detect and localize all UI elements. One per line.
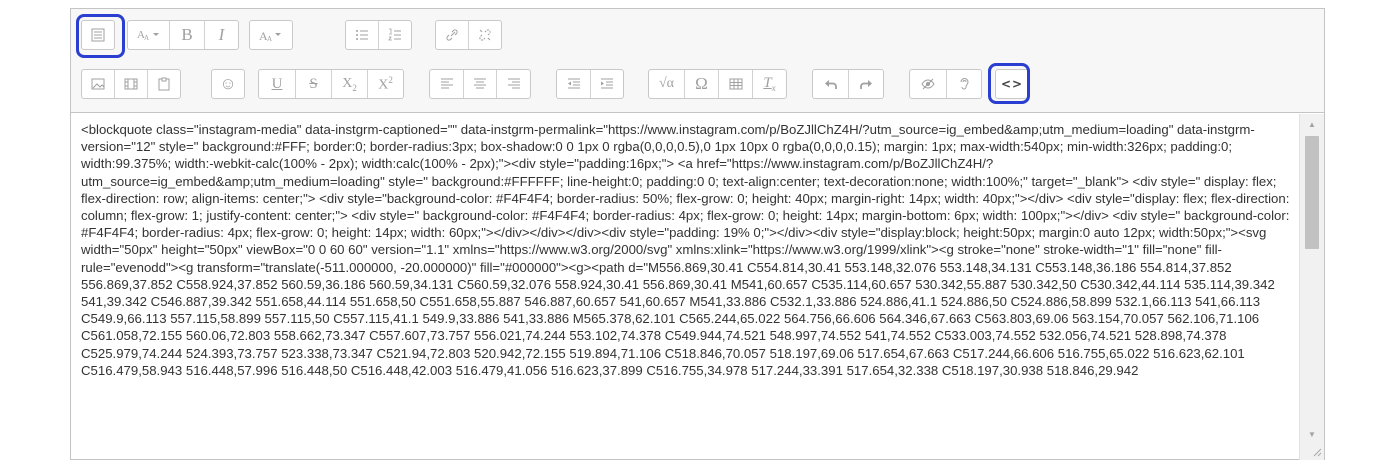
font-size-icon: AA bbox=[259, 29, 281, 42]
superscript-icon: X2 bbox=[378, 74, 393, 93]
underline-icon: U bbox=[271, 75, 283, 92]
resize-handle-icon[interactable] bbox=[1310, 445, 1322, 457]
screenreader-helper-button[interactable] bbox=[947, 70, 981, 98]
bullet-list-button[interactable] bbox=[346, 21, 379, 49]
html-source-button[interactable]: <> bbox=[996, 70, 1028, 98]
unlink-button[interactable] bbox=[469, 21, 501, 49]
rich-text-editor: AA B I AA ☺ U S X2 X2 √α Ω Tx <> <blockq… bbox=[70, 8, 1325, 460]
html-source-text[interactable]: <blockquote class="instagram-media" data… bbox=[81, 121, 1291, 379]
align-center-button[interactable] bbox=[464, 70, 497, 98]
toolbar-toggle-group bbox=[81, 20, 115, 50]
insert-group: √α Ω Tx bbox=[648, 69, 787, 99]
emoticon-group: ☺ bbox=[211, 69, 245, 99]
clear-formatting-icon: Tx bbox=[763, 75, 776, 93]
link-icon bbox=[446, 29, 458, 41]
italic-button[interactable]: I bbox=[205, 21, 238, 49]
svg-text:A: A bbox=[267, 35, 272, 42]
font-family-button[interactable]: AA bbox=[128, 21, 170, 49]
emoticon-button[interactable]: ☺ bbox=[212, 70, 244, 98]
media-button[interactable] bbox=[115, 70, 148, 98]
list-group bbox=[345, 20, 412, 50]
table-icon bbox=[729, 78, 742, 90]
align-right-icon bbox=[507, 78, 520, 89]
superscript-button[interactable]: X2 bbox=[368, 70, 403, 98]
italic-icon: I bbox=[218, 25, 225, 44]
indent-button[interactable] bbox=[591, 70, 623, 98]
paste-button[interactable] bbox=[148, 70, 180, 98]
scrollbar-thumb[interactable] bbox=[1305, 136, 1319, 249]
undo-icon bbox=[824, 80, 837, 89]
table-button[interactable] bbox=[719, 70, 753, 98]
accessibility-checker-button[interactable] bbox=[910, 70, 947, 98]
bold-icon: B bbox=[181, 25, 193, 44]
subscript-button[interactable]: X2 bbox=[332, 70, 368, 98]
unlink-icon bbox=[479, 29, 491, 41]
align-left-icon bbox=[440, 78, 453, 89]
vertical-scrollbar[interactable]: ▲ ▼ bbox=[1299, 114, 1324, 460]
equation-icon: √α bbox=[658, 76, 675, 91]
font-size-group: AA bbox=[249, 20, 293, 50]
toolbar-toggle-button[interactable] bbox=[82, 21, 114, 49]
toolbar-toggle-icon bbox=[91, 28, 105, 42]
history-group bbox=[812, 69, 884, 99]
strikethrough-button[interactable]: S bbox=[296, 70, 332, 98]
screenreader-helper-icon bbox=[960, 78, 969, 90]
editor-toolbar: AA B I AA ☺ U S X2 X2 √α Ω Tx <> bbox=[71, 9, 1324, 113]
align-center-icon bbox=[474, 78, 486, 89]
accessibility-checker-icon bbox=[921, 78, 935, 90]
paste-icon bbox=[158, 77, 170, 91]
link-button[interactable] bbox=[436, 21, 469, 49]
special-character-button[interactable]: Ω bbox=[685, 70, 719, 98]
image-button[interactable] bbox=[82, 70, 115, 98]
link-group bbox=[435, 20, 502, 50]
bold-button[interactable]: B bbox=[170, 21, 205, 49]
equation-button[interactable]: √α bbox=[649, 70, 685, 98]
bullet-list-icon bbox=[356, 30, 368, 40]
clear-formatting-button[interactable]: Tx bbox=[753, 70, 786, 98]
special-character-icon: Ω bbox=[695, 74, 708, 93]
redo-icon bbox=[860, 80, 872, 89]
image-icon bbox=[91, 78, 105, 90]
html-source-icon: <> bbox=[1000, 77, 1024, 91]
indent-group bbox=[556, 69, 624, 99]
accessibility-group bbox=[909, 69, 982, 99]
text-format-group: U S X2 X2 bbox=[258, 69, 404, 99]
subscript-icon: X2 bbox=[342, 75, 357, 93]
undo-button[interactable] bbox=[813, 70, 849, 98]
emoticon-icon: ☺ bbox=[219, 74, 237, 93]
numbered-list-icon bbox=[388, 28, 401, 41]
editor-content-area[interactable]: <blockquote class="instagram-media" data… bbox=[71, 114, 1299, 460]
svg-text:A: A bbox=[144, 34, 149, 42]
scroll-down-arrow-icon[interactable]: ▼ bbox=[1300, 426, 1324, 442]
font-size-button[interactable]: AA bbox=[250, 21, 292, 49]
scroll-up-arrow-icon[interactable]: ▲ bbox=[1300, 116, 1324, 132]
media-icon bbox=[124, 78, 138, 90]
media-group bbox=[81, 69, 181, 99]
outdent-button[interactable] bbox=[557, 70, 591, 98]
strikethrough-icon: S bbox=[309, 75, 318, 92]
redo-button[interactable] bbox=[849, 70, 883, 98]
font-family-icon: AA bbox=[137, 29, 159, 42]
outdent-icon bbox=[567, 78, 580, 89]
align-right-button[interactable] bbox=[497, 70, 530, 98]
html-source-group: <> bbox=[995, 69, 1029, 99]
numbered-list-button[interactable] bbox=[379, 21, 411, 49]
indent-icon bbox=[601, 78, 613, 89]
align-left-button[interactable] bbox=[430, 70, 464, 98]
underline-button[interactable]: U bbox=[259, 70, 296, 98]
text-style-group: AA B I bbox=[127, 20, 239, 50]
alignment-group bbox=[429, 69, 531, 99]
